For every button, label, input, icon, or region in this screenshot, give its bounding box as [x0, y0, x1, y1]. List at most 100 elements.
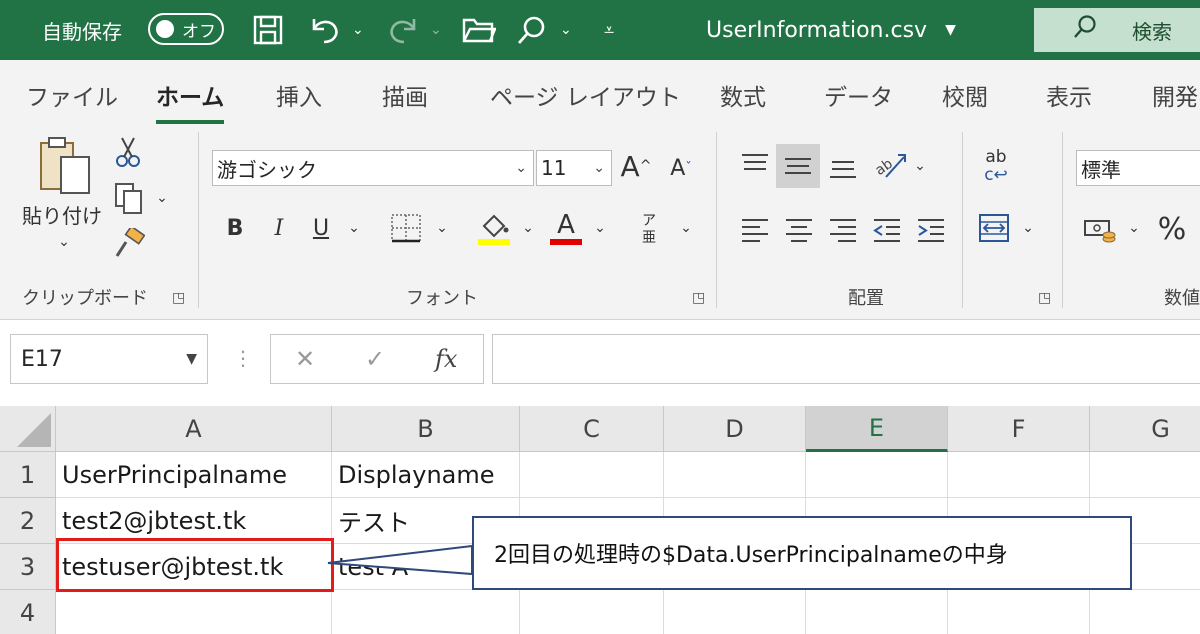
row-header-3[interactable]: 3: [0, 544, 56, 590]
tab-insert[interactable]: 挿入: [276, 78, 322, 112]
font-color-button[interactable]: A: [546, 208, 586, 248]
cell-a4[interactable]: [56, 590, 332, 634]
cell-g1[interactable]: [1090, 452, 1200, 498]
fill-color-dropdown-icon[interactable]: ⌄: [518, 216, 538, 240]
file-name[interactable]: UserInformation.csv ▼: [706, 0, 956, 60]
column-header-e[interactable]: E: [806, 406, 948, 452]
formula-input[interactable]: [492, 334, 1200, 384]
italic-button[interactable]: I: [264, 210, 294, 246]
column-header-b[interactable]: B: [332, 406, 520, 452]
enter-icon[interactable]: ✓: [365, 345, 385, 373]
shrink-font-button[interactable]: Aˇ: [664, 150, 698, 186]
underline-dropdown-icon[interactable]: ⌄: [344, 216, 364, 240]
font-name-dropdown-icon[interactable]: ⌄: [515, 160, 527, 176]
splitter-handle[interactable]: ⋮: [233, 346, 253, 370]
tab-page-layout[interactable]: ページ レイアウト: [490, 78, 681, 112]
row-header-1[interactable]: 1: [0, 452, 56, 498]
autosave-toggle[interactable]: オフ: [148, 13, 224, 45]
cell-a1[interactable]: UserPrincipalname: [56, 452, 332, 498]
font-color-dropdown-icon[interactable]: ⌄: [590, 216, 610, 240]
undo-dropdown-icon[interactable]: ⌄: [352, 0, 364, 60]
format-painter-icon[interactable]: [112, 226, 146, 262]
bold-button[interactable]: B: [220, 210, 250, 246]
save-icon[interactable]: [252, 0, 284, 60]
merge-dropdown-icon[interactable]: ⌄: [1018, 216, 1038, 240]
align-left-icon[interactable]: [736, 210, 774, 250]
clipboard-launcher-icon[interactable]: ◳: [172, 290, 185, 306]
underline-button[interactable]: U: [306, 210, 336, 246]
column-header-a[interactable]: A: [56, 406, 332, 452]
select-all-corner[interactable]: [0, 406, 56, 452]
cell-b1[interactable]: Displayname: [332, 452, 520, 498]
cut-icon[interactable]: [112, 134, 144, 170]
tab-data[interactable]: データ: [824, 78, 893, 112]
paste-icon[interactable]: [30, 134, 100, 198]
orientation-icon[interactable]: ab: [870, 144, 910, 184]
search-dropdown-icon[interactable]: ⌄: [560, 0, 572, 60]
cell-c1[interactable]: [520, 452, 664, 498]
tab-formulas[interactable]: 数式: [720, 78, 766, 112]
alignment-launcher-icon[interactable]: ◳: [1038, 290, 1051, 306]
tab-home[interactable]: ホーム: [156, 78, 225, 124]
tab-developer[interactable]: 開発: [1152, 78, 1198, 112]
align-middle-icon[interactable]: [776, 144, 820, 188]
copy-dropdown-icon[interactable]: ⌄: [152, 188, 172, 208]
redo-dropdown-icon[interactable]: ⌄: [430, 0, 442, 60]
wrap-text-button[interactable]: ab c↩: [976, 144, 1016, 188]
tab-review[interactable]: 校閲: [942, 78, 988, 112]
borders-dropdown-icon[interactable]: ⌄: [432, 216, 452, 240]
font-name-combo[interactable]: 游ゴシック ⌄: [212, 150, 534, 186]
tab-view[interactable]: 表示: [1046, 78, 1092, 112]
align-top-icon[interactable]: [736, 144, 774, 184]
cell-e4[interactable]: [806, 590, 948, 634]
search-icon[interactable]: [516, 0, 548, 60]
accounting-dropdown-icon[interactable]: ⌄: [1124, 216, 1144, 240]
file-name-dropdown-icon[interactable]: ▼: [945, 22, 956, 38]
column-header-f[interactable]: F: [948, 406, 1090, 452]
cell-f1[interactable]: [948, 452, 1090, 498]
fill-color-icon[interactable]: [474, 208, 514, 248]
customize-toolbar-icon[interactable]: ⩡: [604, 0, 614, 60]
cell-b4[interactable]: [332, 590, 520, 634]
increase-indent-icon[interactable]: [912, 210, 950, 250]
orientation-dropdown-icon[interactable]: ⌄: [910, 154, 930, 178]
percent-button[interactable]: %: [1152, 208, 1192, 250]
grow-font-button[interactable]: A ^: [618, 146, 654, 186]
column-header-g[interactable]: G: [1090, 406, 1200, 452]
cell-e1[interactable]: [806, 452, 948, 498]
name-box[interactable]: E17 ▼: [10, 334, 208, 384]
align-center-icon[interactable]: [780, 210, 818, 250]
copy-icon[interactable]: [112, 180, 146, 216]
cell-f4[interactable]: [948, 590, 1090, 634]
paste-dropdown-icon[interactable]: ⌄: [52, 232, 76, 252]
font-launcher-icon[interactable]: ◳: [692, 290, 705, 306]
tab-file[interactable]: ファイル: [26, 78, 118, 112]
phonetic-dropdown-icon[interactable]: ⌄: [676, 216, 696, 240]
accounting-format-icon[interactable]: [1080, 210, 1120, 250]
cell-c4[interactable]: [520, 590, 664, 634]
cell-g4[interactable]: [1090, 590, 1200, 634]
search-box[interactable]: 検索: [1034, 8, 1200, 52]
cell-d1[interactable]: [664, 452, 806, 498]
paste-button[interactable]: 貼り付け: [16, 200, 108, 228]
column-header-c[interactable]: C: [520, 406, 664, 452]
cancel-icon[interactable]: ✕: [295, 345, 315, 373]
redo-icon[interactable]: [386, 0, 420, 60]
font-size-combo[interactable]: 11 ⌄: [536, 150, 612, 186]
borders-icon[interactable]: [386, 210, 426, 246]
row-header-4[interactable]: 4: [0, 590, 56, 634]
insert-function-button[interactable]: fx: [435, 345, 457, 373]
align-right-icon[interactable]: [824, 210, 862, 250]
number-format-combo[interactable]: 標準: [1076, 150, 1200, 186]
tab-draw[interactable]: 描画: [382, 78, 428, 112]
name-box-dropdown-icon[interactable]: ▼: [186, 351, 197, 367]
row-header-2[interactable]: 2: [0, 498, 56, 544]
align-bottom-icon[interactable]: [824, 144, 862, 188]
undo-icon[interactable]: [308, 0, 342, 60]
font-size-dropdown-icon[interactable]: ⌄: [593, 160, 605, 176]
merge-center-icon[interactable]: [974, 208, 1014, 248]
decrease-indent-icon[interactable]: [868, 210, 906, 250]
cell-d4[interactable]: [664, 590, 806, 634]
open-folder-icon[interactable]: [462, 0, 496, 60]
phonetic-button[interactable]: ア 亜: [634, 210, 664, 250]
